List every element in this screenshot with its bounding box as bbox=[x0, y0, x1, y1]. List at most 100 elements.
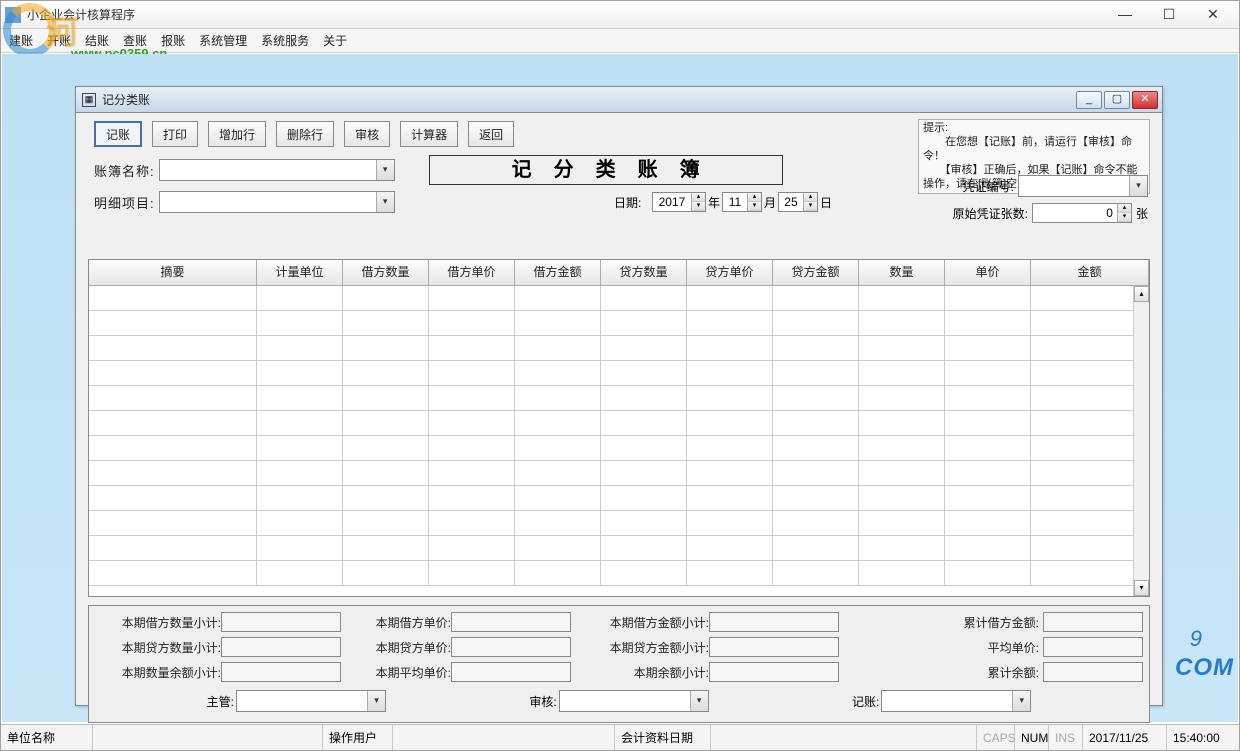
calculator-button[interactable]: 计算器 bbox=[400, 121, 458, 147]
menu-query[interactable]: 查账 bbox=[123, 32, 147, 49]
detail-combo[interactable]: ▾ bbox=[159, 191, 395, 213]
credit-price-input[interactable] bbox=[451, 637, 571, 657]
voucher-no-combo[interactable]: ▾ bbox=[1018, 175, 1148, 197]
col-debit-qty[interactable]: 借方数量 bbox=[343, 260, 429, 285]
menu-open-account[interactable]: 开账 bbox=[47, 32, 71, 49]
auditor-label: 审核: bbox=[529, 693, 556, 710]
recorder-combo[interactable]: ▾ bbox=[881, 690, 1031, 712]
year-input[interactable] bbox=[653, 193, 691, 211]
day-suffix: 日 bbox=[820, 194, 832, 211]
auditor-combo[interactable]: ▾ bbox=[559, 690, 709, 712]
qty-balance-input[interactable] bbox=[221, 662, 341, 682]
table-row[interactable] bbox=[89, 461, 1149, 486]
vertical-scrollbar[interactable]: ▴ ▾ bbox=[1133, 286, 1149, 596]
month-spinner[interactable]: ▴▾ bbox=[722, 192, 762, 212]
debit-qty-subtotal-input[interactable] bbox=[221, 612, 341, 632]
delete-row-button[interactable]: 删除行 bbox=[276, 121, 334, 147]
menu-about[interactable]: 关于 bbox=[323, 32, 347, 49]
record-button[interactable]: 记账 bbox=[94, 121, 142, 147]
table-row[interactable] bbox=[89, 536, 1149, 561]
audit-button[interactable]: 审核 bbox=[344, 121, 390, 147]
table-row[interactable] bbox=[89, 361, 1149, 386]
month-input[interactable] bbox=[723, 193, 747, 211]
spin-up-icon[interactable]: ▴ bbox=[748, 193, 761, 202]
bookname-combo[interactable]: ▾ bbox=[159, 159, 395, 181]
spin-up-icon[interactable]: ▴ bbox=[692, 193, 705, 202]
debit-amount-subtotal-input[interactable] bbox=[709, 612, 839, 632]
menu-new-account[interactable]: 建账 bbox=[9, 32, 33, 49]
bookname-label: 账簿名称: bbox=[94, 161, 155, 180]
table-row[interactable] bbox=[89, 511, 1149, 536]
col-unit[interactable]: 计量单位 bbox=[257, 260, 343, 285]
spin-down-icon[interactable]: ▾ bbox=[748, 202, 761, 211]
table-row[interactable] bbox=[89, 386, 1149, 411]
side-text: COM bbox=[1175, 654, 1234, 682]
ledger-minimize-button[interactable]: _ bbox=[1076, 91, 1102, 109]
table-row[interactable] bbox=[89, 286, 1149, 311]
cum-debit-input[interactable] bbox=[1043, 612, 1143, 632]
spin-down-icon[interactable]: ▾ bbox=[804, 202, 817, 211]
spin-down-icon[interactable]: ▾ bbox=[692, 202, 705, 211]
day-spinner[interactable]: ▴▾ bbox=[778, 192, 818, 212]
chevron-down-icon[interactable]: ▾ bbox=[376, 160, 394, 180]
col-credit-qty[interactable]: 贷方数量 bbox=[601, 260, 687, 285]
hint-line1: 在您想【记账】前，请运行【审核】命令！ bbox=[923, 136, 1132, 162]
ledger-maximize-button[interactable]: ▢ bbox=[1104, 91, 1130, 109]
chevron-down-icon[interactable]: ▾ bbox=[1129, 176, 1147, 196]
st-label: 本期借方单价: bbox=[351, 614, 451, 631]
menu-report[interactable]: 报账 bbox=[161, 32, 185, 49]
spin-up-icon[interactable]: ▴ bbox=[1118, 204, 1131, 213]
grid-header: 摘要 计量单位 借方数量 借方单价 借方金额 贷方数量 贷方单价 贷方金额 数量… bbox=[89, 260, 1149, 286]
menu-sys-service[interactable]: 系统服务 bbox=[261, 32, 309, 49]
col-amount[interactable]: 金额 bbox=[1031, 260, 1149, 285]
ledger-title: 记分类账 bbox=[102, 91, 1076, 108]
col-debit-amount[interactable]: 借方金额 bbox=[515, 260, 601, 285]
spin-up-icon[interactable]: ▴ bbox=[804, 193, 817, 202]
col-credit-amount[interactable]: 贷方金额 bbox=[773, 260, 859, 285]
credit-amount-subtotal-input[interactable] bbox=[709, 637, 839, 657]
detail-label: 明细项目: bbox=[94, 193, 155, 212]
col-summary[interactable]: 摘要 bbox=[89, 260, 257, 285]
year-spinner[interactable]: ▴▾ bbox=[652, 192, 706, 212]
grid-body[interactable]: document.write(Array.from({length:12}).m… bbox=[89, 286, 1149, 586]
table-row[interactable] bbox=[89, 311, 1149, 336]
cum-balance-input[interactable] bbox=[1043, 662, 1143, 682]
menu-sys-manage[interactable]: 系统管理 bbox=[199, 32, 247, 49]
chevron-down-icon[interactable]: ▾ bbox=[690, 691, 708, 711]
maximize-button[interactable]: ☐ bbox=[1147, 4, 1191, 26]
col-price[interactable]: 单价 bbox=[945, 260, 1031, 285]
back-button[interactable]: 返回 bbox=[468, 121, 514, 147]
scroll-down-icon[interactable]: ▾ bbox=[1134, 580, 1149, 596]
table-row[interactable] bbox=[89, 336, 1149, 361]
scroll-up-icon[interactable]: ▴ bbox=[1134, 286, 1149, 302]
chevron-down-icon[interactable]: ▾ bbox=[367, 691, 385, 711]
minimize-button[interactable]: — bbox=[1103, 4, 1147, 26]
orig-count-spinner[interactable]: ▴▾ bbox=[1032, 203, 1132, 223]
close-button[interactable]: ✕ bbox=[1191, 4, 1235, 26]
col-qty[interactable]: 数量 bbox=[859, 260, 945, 285]
st-label: 本期借方数量小计: bbox=[101, 614, 221, 631]
ledger-close-button[interactable]: ✕ bbox=[1132, 91, 1158, 109]
chevron-down-icon[interactable]: ▾ bbox=[376, 192, 394, 212]
period-avg-price-input[interactable] bbox=[451, 662, 571, 682]
menu-close-account[interactable]: 结账 bbox=[85, 32, 109, 49]
add-row-button[interactable]: 增加行 bbox=[208, 121, 266, 147]
supervisor-combo[interactable]: ▾ bbox=[236, 690, 386, 712]
avg-price-input[interactable] bbox=[1043, 637, 1143, 657]
st-label: 本期数量余额小计: bbox=[101, 664, 221, 681]
debit-price-input[interactable] bbox=[451, 612, 571, 632]
col-credit-price[interactable]: 贷方单价 bbox=[687, 260, 773, 285]
day-input[interactable] bbox=[779, 193, 803, 211]
chevron-down-icon[interactable]: ▾ bbox=[1012, 691, 1030, 711]
table-row[interactable] bbox=[89, 486, 1149, 511]
credit-qty-subtotal-input[interactable] bbox=[221, 637, 341, 657]
orig-count-input[interactable] bbox=[1033, 204, 1117, 222]
data-grid[interactable]: 摘要 计量单位 借方数量 借方单价 借方金额 贷方数量 贷方单价 贷方金额 数量… bbox=[88, 259, 1150, 597]
balance-subtotal-input[interactable] bbox=[709, 662, 839, 682]
table-row[interactable] bbox=[89, 411, 1149, 436]
col-debit-price[interactable]: 借方单价 bbox=[429, 260, 515, 285]
table-row[interactable] bbox=[89, 436, 1149, 461]
spin-down-icon[interactable]: ▾ bbox=[1118, 213, 1131, 222]
table-row[interactable] bbox=[89, 561, 1149, 586]
print-button[interactable]: 打印 bbox=[152, 121, 198, 147]
